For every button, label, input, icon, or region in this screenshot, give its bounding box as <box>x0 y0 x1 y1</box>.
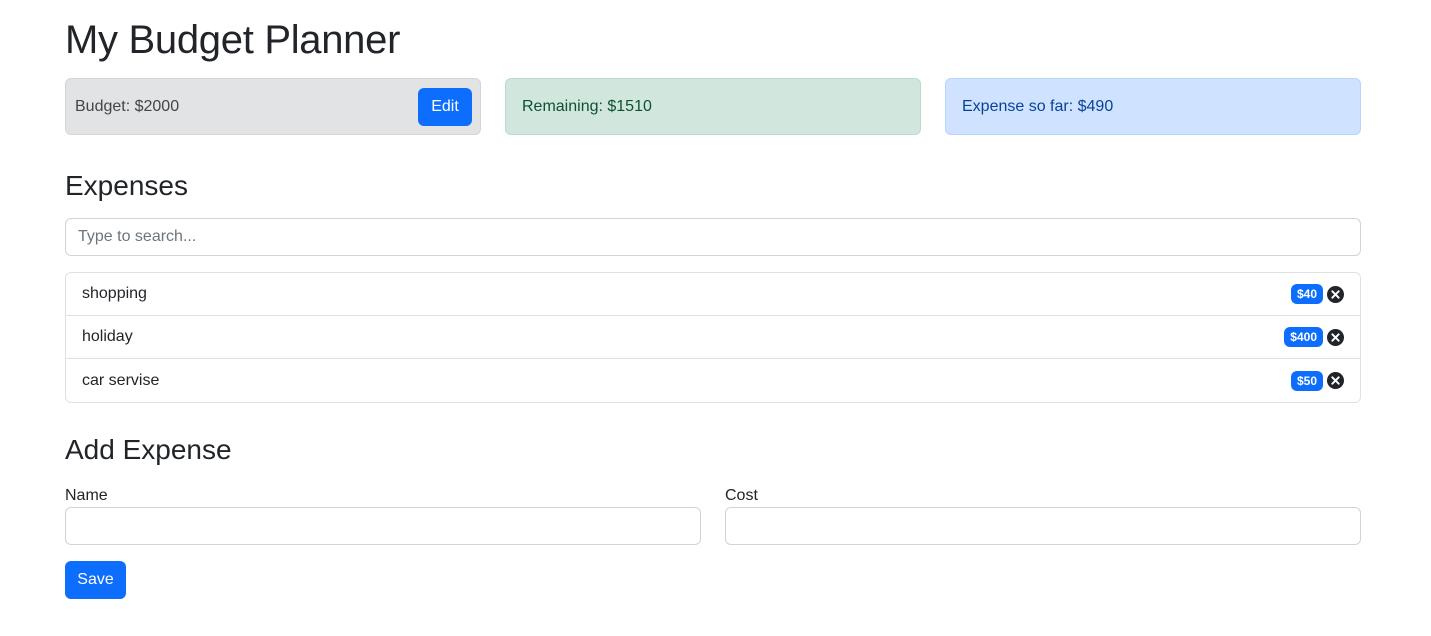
name-label: Name <box>65 487 108 504</box>
spent-text: Expense so far: $490 <box>962 97 1114 115</box>
list-item: holiday $400 <box>66 316 1360 359</box>
expense-list: shopping $40 holiday $400 car servise $5… <box>65 272 1361 403</box>
delete-icon[interactable] <box>1327 285 1344 303</box>
spent-card: Expense so far: $490 <box>945 78 1361 135</box>
budget-card: Budget: $2000 Edit <box>65 78 481 135</box>
save-button[interactable]: Save <box>65 561 126 599</box>
list-item: car servise $50 <box>66 359 1360 402</box>
expense-name: holiday <box>82 328 133 345</box>
remaining-card: Remaining: $1510 <box>505 78 921 135</box>
delete-icon[interactable] <box>1327 328 1344 346</box>
expenses-heading: Expenses <box>65 170 188 201</box>
edit-budget-button[interactable]: Edit <box>418 88 472 126</box>
search-input[interactable] <box>65 218 1361 256</box>
expense-name: shopping <box>82 285 147 302</box>
cost-label: Cost <box>725 487 758 504</box>
expense-cost-badge: $50 <box>1290 370 1323 391</box>
budget-text: Budget: $2000 <box>75 97 180 115</box>
name-input[interactable] <box>65 507 701 545</box>
expense-cost-badge: $40 <box>1290 284 1323 304</box>
expense-cost-badge: $400 <box>1284 327 1323 347</box>
delete-icon[interactable] <box>1327 372 1344 389</box>
remaining-text: Remaining: $1510 <box>522 97 652 115</box>
add-expense-heading: Add Expense <box>65 434 232 465</box>
list-item: shopping $40 <box>66 273 1360 316</box>
page-title: My Budget Planner <box>65 18 401 62</box>
expense-name: car servise <box>82 371 160 389</box>
cost-input[interactable] <box>725 507 1361 545</box>
